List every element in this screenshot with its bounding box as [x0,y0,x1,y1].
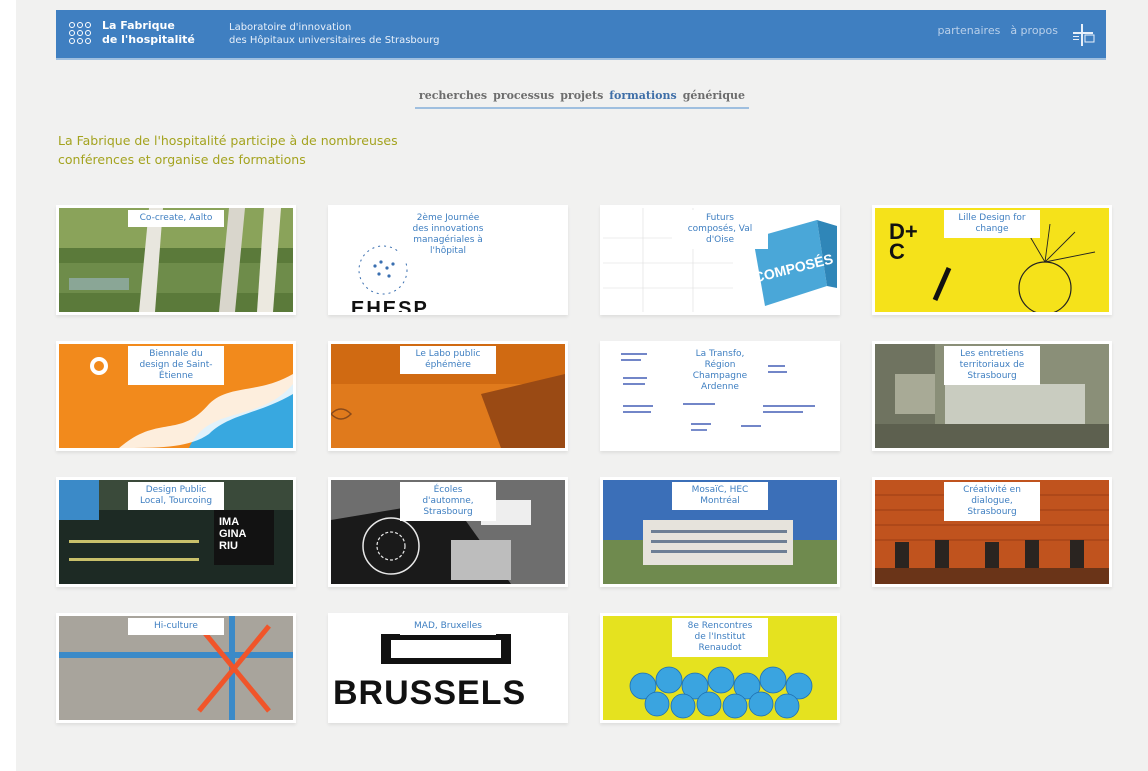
card-la-transfo[interactable]: La Transfo, Région Champagne Ardenne [600,341,840,451]
nav-link-a-propos[interactable]: à propos [1010,24,1058,37]
category-tab-processus[interactable]: processus [493,89,554,102]
card-image-text: EHESP [351,298,429,315]
intro-line-1: La Fabrique de l'hospitalité participe à… [58,133,398,148]
card-hi-culture[interactable]: Hi-culture [56,613,296,723]
tagline-line-1: Laboratoire d'innovation [229,22,352,33]
card-title: Hi-culture [128,618,224,635]
category-tab-formations[interactable]: formations [609,89,676,102]
top-bar: La Fabrique de l'hospitalité Laboratoire… [56,10,1106,60]
category-tab-projets[interactable]: projets [560,89,603,102]
card-title: Écoles d'automne, Strasbourg [400,482,496,521]
card-rencontres-renaudot[interactable]: 8e Rencontres de l'Institut Renaudot [600,613,840,723]
card-title: La Transfo, Région Champagne Ardenne [672,346,768,396]
card-creativite-dialogue[interactable]: Créativité en dialogue, Strasbourg [872,477,1112,587]
brand-name[interactable]: La Fabrique de l'hospitalité [102,19,195,47]
card-lille-design[interactable]: D+ C Lille Design for change [872,205,1112,315]
card-image-text: D+ C [889,219,918,264]
intro-text: La Fabrique de l'hospitalité participe à… [58,131,438,169]
card-title: 8e Rencontres de l'Institut Renaudot [672,618,768,657]
card-mad-bruxelles[interactable]: BRUSSELS MAD, Bruxelles [328,613,568,723]
card-futurs-composes[interactable]: COMPOSÉS Futurs composés, Val d'Oise [600,205,840,315]
card-title: Créativité en dialogue, Strasbourg [944,482,1040,521]
category-nav: recherches processus projets formations … [16,84,1148,109]
card-grid: Co-create, Aalto EHESP 2ème Journée des … [56,205,1112,723]
hus-logo-icon[interactable] [1070,22,1096,48]
top-nav: partenaires à propos [937,24,1058,37]
card-image-text: BRUSSELS [333,674,527,712]
nav-link-partenaires[interactable]: partenaires [937,24,1000,37]
card-title: 2ème Journée des innovations managériale… [400,210,496,260]
tagline-line-2: des Hôpitaux universitaires de Strasbour… [229,35,440,46]
card-title: Futurs composés, Val d'Oise [672,210,768,249]
brand-line-2: de l'hospitalité [102,33,195,46]
card-title: MosaïC, HEC Montréal [672,482,768,510]
card-biennale-saint-etienne[interactable]: Biennale du design de Saint- Étienne [56,341,296,451]
card-journee-innovations[interactable]: EHESP 2ème Journée des innovations manag… [328,205,568,315]
category-tab-generique[interactable]: générique [683,89,745,102]
card-design-public-local[interactable]: IMA GINA RIU Design Public Local, Tourco… [56,477,296,587]
card-title: Lille Design for change [944,210,1040,238]
card-mosaic-hec[interactable]: MosaïC, HEC Montréal [600,477,840,587]
tagline: Laboratoire d'innovation des Hôpitaux un… [229,21,440,47]
card-entretiens-territoriaux[interactable]: Les entretiens territoriaux de Strasbour… [872,341,1112,451]
card-title: Design Public Local, Tourcoing [128,482,224,510]
brand-line-1: La Fabrique [102,19,175,32]
card-labo-public[interactable]: Le Labo public éphémère [328,341,568,451]
card-title: Les entretiens territoriaux de Strasbour… [944,346,1040,385]
card-title: Co-create, Aalto [128,210,224,227]
fabrique-dots-icon[interactable] [69,22,95,46]
card-co-create-aalto[interactable]: Co-create, Aalto [56,205,296,315]
card-title: MAD, Bruxelles [400,618,496,635]
category-tab-recherches[interactable]: recherches [419,89,487,102]
card-image-text: IMA GINA RIU [219,516,247,552]
card-title: Le Labo public éphémère [400,346,496,374]
card-title: Biennale du design de Saint- Étienne [128,346,224,385]
intro-line-2: conférences et organise des formations [58,152,306,167]
card-ecoles-automne[interactable]: Écoles d'automne, Strasbourg [328,477,568,587]
page: La Fabrique de l'hospitalité Laboratoire… [16,0,1148,771]
